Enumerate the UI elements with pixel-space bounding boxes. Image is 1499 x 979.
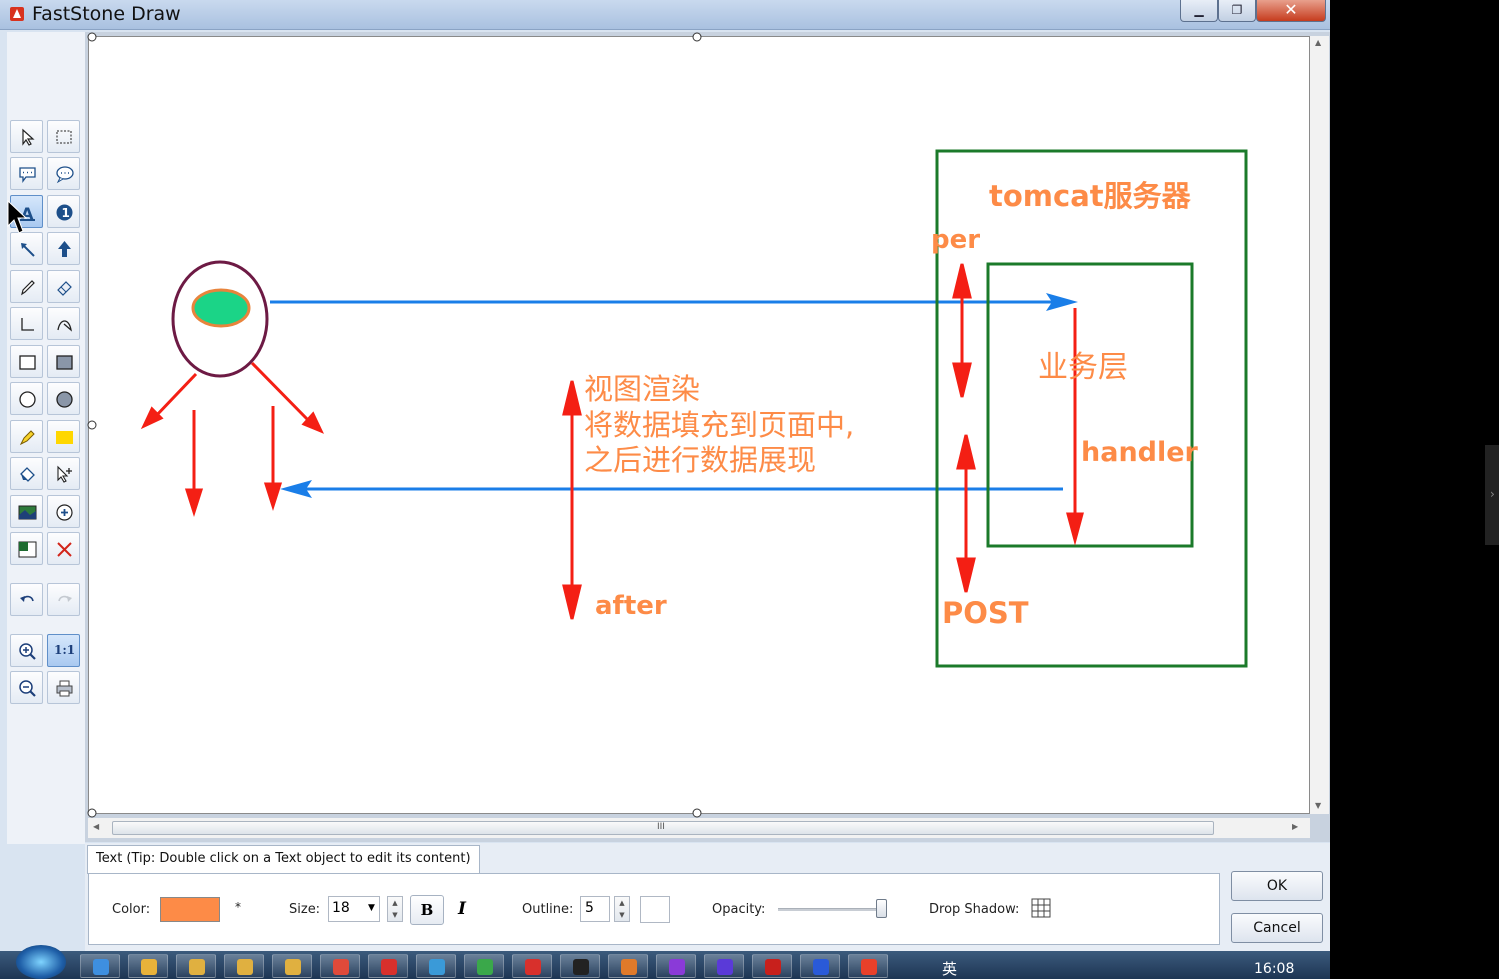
horizontal-scrollbar[interactable]: ◀ III ▶ bbox=[88, 818, 1310, 838]
drop-shadow-label: Drop Shadow: bbox=[929, 902, 1020, 917]
chrome-icon bbox=[333, 959, 349, 975]
size-value: 18 bbox=[332, 900, 350, 916]
business-layer-box[interactable] bbox=[986, 262, 1194, 548]
taskbar-java-button[interactable] bbox=[608, 954, 648, 978]
post-double-arrow[interactable] bbox=[956, 434, 976, 593]
start-button[interactable] bbox=[16, 945, 66, 979]
handler-down-arrow[interactable] bbox=[1066, 308, 1084, 546]
outline-width-input[interactable]: 5 bbox=[580, 896, 610, 922]
taskbar-ie-button[interactable] bbox=[80, 954, 120, 978]
color-app-icon bbox=[861, 959, 877, 975]
taskbar-chrome-button[interactable] bbox=[320, 954, 360, 978]
taskbar-eclipse-button[interactable] bbox=[704, 954, 744, 978]
scroll-up-icon[interactable]: ▲ bbox=[1315, 38, 1321, 47]
cmd-icon bbox=[573, 959, 589, 975]
per-label[interactable]: per bbox=[931, 225, 980, 255]
explorer-icon bbox=[141, 959, 157, 975]
taskbar-screen-button[interactable] bbox=[416, 954, 456, 978]
grid-icon[interactable] bbox=[1031, 898, 1051, 918]
word-icon bbox=[813, 959, 829, 975]
drawing-layer: tomcat服务器 per 业务层 handler after POST 视图渲… bbox=[87, 32, 1248, 818]
taskbar-folder-1-button[interactable] bbox=[176, 954, 216, 978]
taskbar-explorer-button[interactable] bbox=[128, 954, 168, 978]
cancel-button[interactable]: Cancel bbox=[1231, 913, 1323, 943]
taskbar-green-app-button[interactable] bbox=[464, 954, 504, 978]
business-layer-label[interactable]: 业务层 bbox=[1038, 350, 1128, 385]
italic-button[interactable]: I bbox=[452, 896, 472, 922]
render-double-arrow[interactable] bbox=[562, 380, 582, 620]
scroll-right-icon[interactable]: ▶ bbox=[1292, 822, 1298, 831]
size-stepper[interactable]: ▲ ▼ bbox=[387, 896, 403, 922]
outline-color-swatch[interactable] bbox=[640, 896, 670, 923]
java-icon bbox=[621, 959, 637, 975]
notes-icon bbox=[669, 959, 685, 975]
render-note-line3[interactable]: 之后进行数据展现 bbox=[584, 443, 816, 477]
scroll-left-icon[interactable]: ◀ bbox=[93, 822, 99, 831]
video-icon bbox=[381, 959, 397, 975]
after-label[interactable]: after bbox=[595, 591, 667, 621]
folder-3-icon bbox=[285, 959, 301, 975]
taskbar-video-button[interactable] bbox=[368, 954, 408, 978]
post-label[interactable]: POST bbox=[942, 596, 1029, 630]
taskbar-word-button[interactable] bbox=[800, 954, 840, 978]
taskbar-filezilla-button[interactable] bbox=[752, 954, 792, 978]
chevron-down-icon[interactable]: ▼ bbox=[368, 903, 378, 913]
chevron-right-icon[interactable]: › bbox=[1490, 487, 1495, 501]
taskbar-folder-3-button[interactable] bbox=[272, 954, 312, 978]
opacity-slider-track[interactable] bbox=[778, 908, 886, 911]
per-double-arrow[interactable] bbox=[952, 263, 972, 398]
opacity-label: Opacity: bbox=[712, 902, 766, 917]
outline-label: Outline: bbox=[522, 902, 574, 917]
color-marker: * bbox=[235, 900, 241, 914]
folder-2-icon bbox=[237, 959, 253, 975]
color-label: Color: bbox=[112, 902, 151, 917]
response-arrow[interactable] bbox=[280, 480, 1063, 498]
tomcat-server-label[interactable]: tomcat服务器 bbox=[989, 179, 1192, 213]
green-app-icon bbox=[477, 959, 493, 975]
outline-value: 5 bbox=[585, 900, 594, 916]
taskbar-clock[interactable]: 16:08 bbox=[1254, 961, 1294, 977]
folder-1-icon bbox=[189, 959, 205, 975]
horizontal-scroll-thumb[interactable]: III bbox=[112, 821, 1214, 835]
taskbar-color-app-button[interactable] bbox=[848, 954, 888, 978]
color-swatch[interactable] bbox=[160, 897, 220, 922]
taskbar-cmd-button[interactable] bbox=[560, 954, 600, 978]
render-note-line2[interactable]: 将数据填充到页面中, bbox=[584, 408, 854, 442]
ok-button[interactable]: OK bbox=[1231, 871, 1323, 901]
bold-button[interactable]: B bbox=[410, 895, 444, 925]
taskbar-folder-2-button[interactable] bbox=[224, 954, 264, 978]
handler-label[interactable]: handler bbox=[1081, 437, 1199, 468]
tab-text-properties[interactable]: Text (Tip: Double click on a Text object… bbox=[87, 845, 480, 874]
filezilla-icon bbox=[765, 959, 781, 975]
opacity-slider-thumb[interactable] bbox=[876, 899, 887, 918]
outline-stepper[interactable]: ▲ ▼ bbox=[614, 896, 630, 922]
ie-icon bbox=[93, 959, 109, 975]
scroll-thumb-grip: III bbox=[657, 822, 665, 832]
vertical-scrollbar[interactable]: ▲ ▼ bbox=[1310, 36, 1329, 814]
ime-indicator[interactable]: 英 bbox=[942, 958, 957, 979]
tomcat-server-box[interactable] bbox=[935, 149, 1248, 668]
screen-icon bbox=[429, 959, 445, 975]
red-app-icon bbox=[525, 959, 541, 975]
user-face[interactable] bbox=[191, 288, 251, 328]
taskbar-notes-button[interactable] bbox=[656, 954, 696, 978]
render-note-line1[interactable]: 视图渲染 bbox=[584, 372, 700, 406]
eclipse-icon bbox=[717, 959, 733, 975]
scroll-down-icon[interactable]: ▼ bbox=[1315, 801, 1321, 810]
taskbar-red-app-button[interactable] bbox=[512, 954, 552, 978]
size-label: Size: bbox=[289, 902, 321, 917]
